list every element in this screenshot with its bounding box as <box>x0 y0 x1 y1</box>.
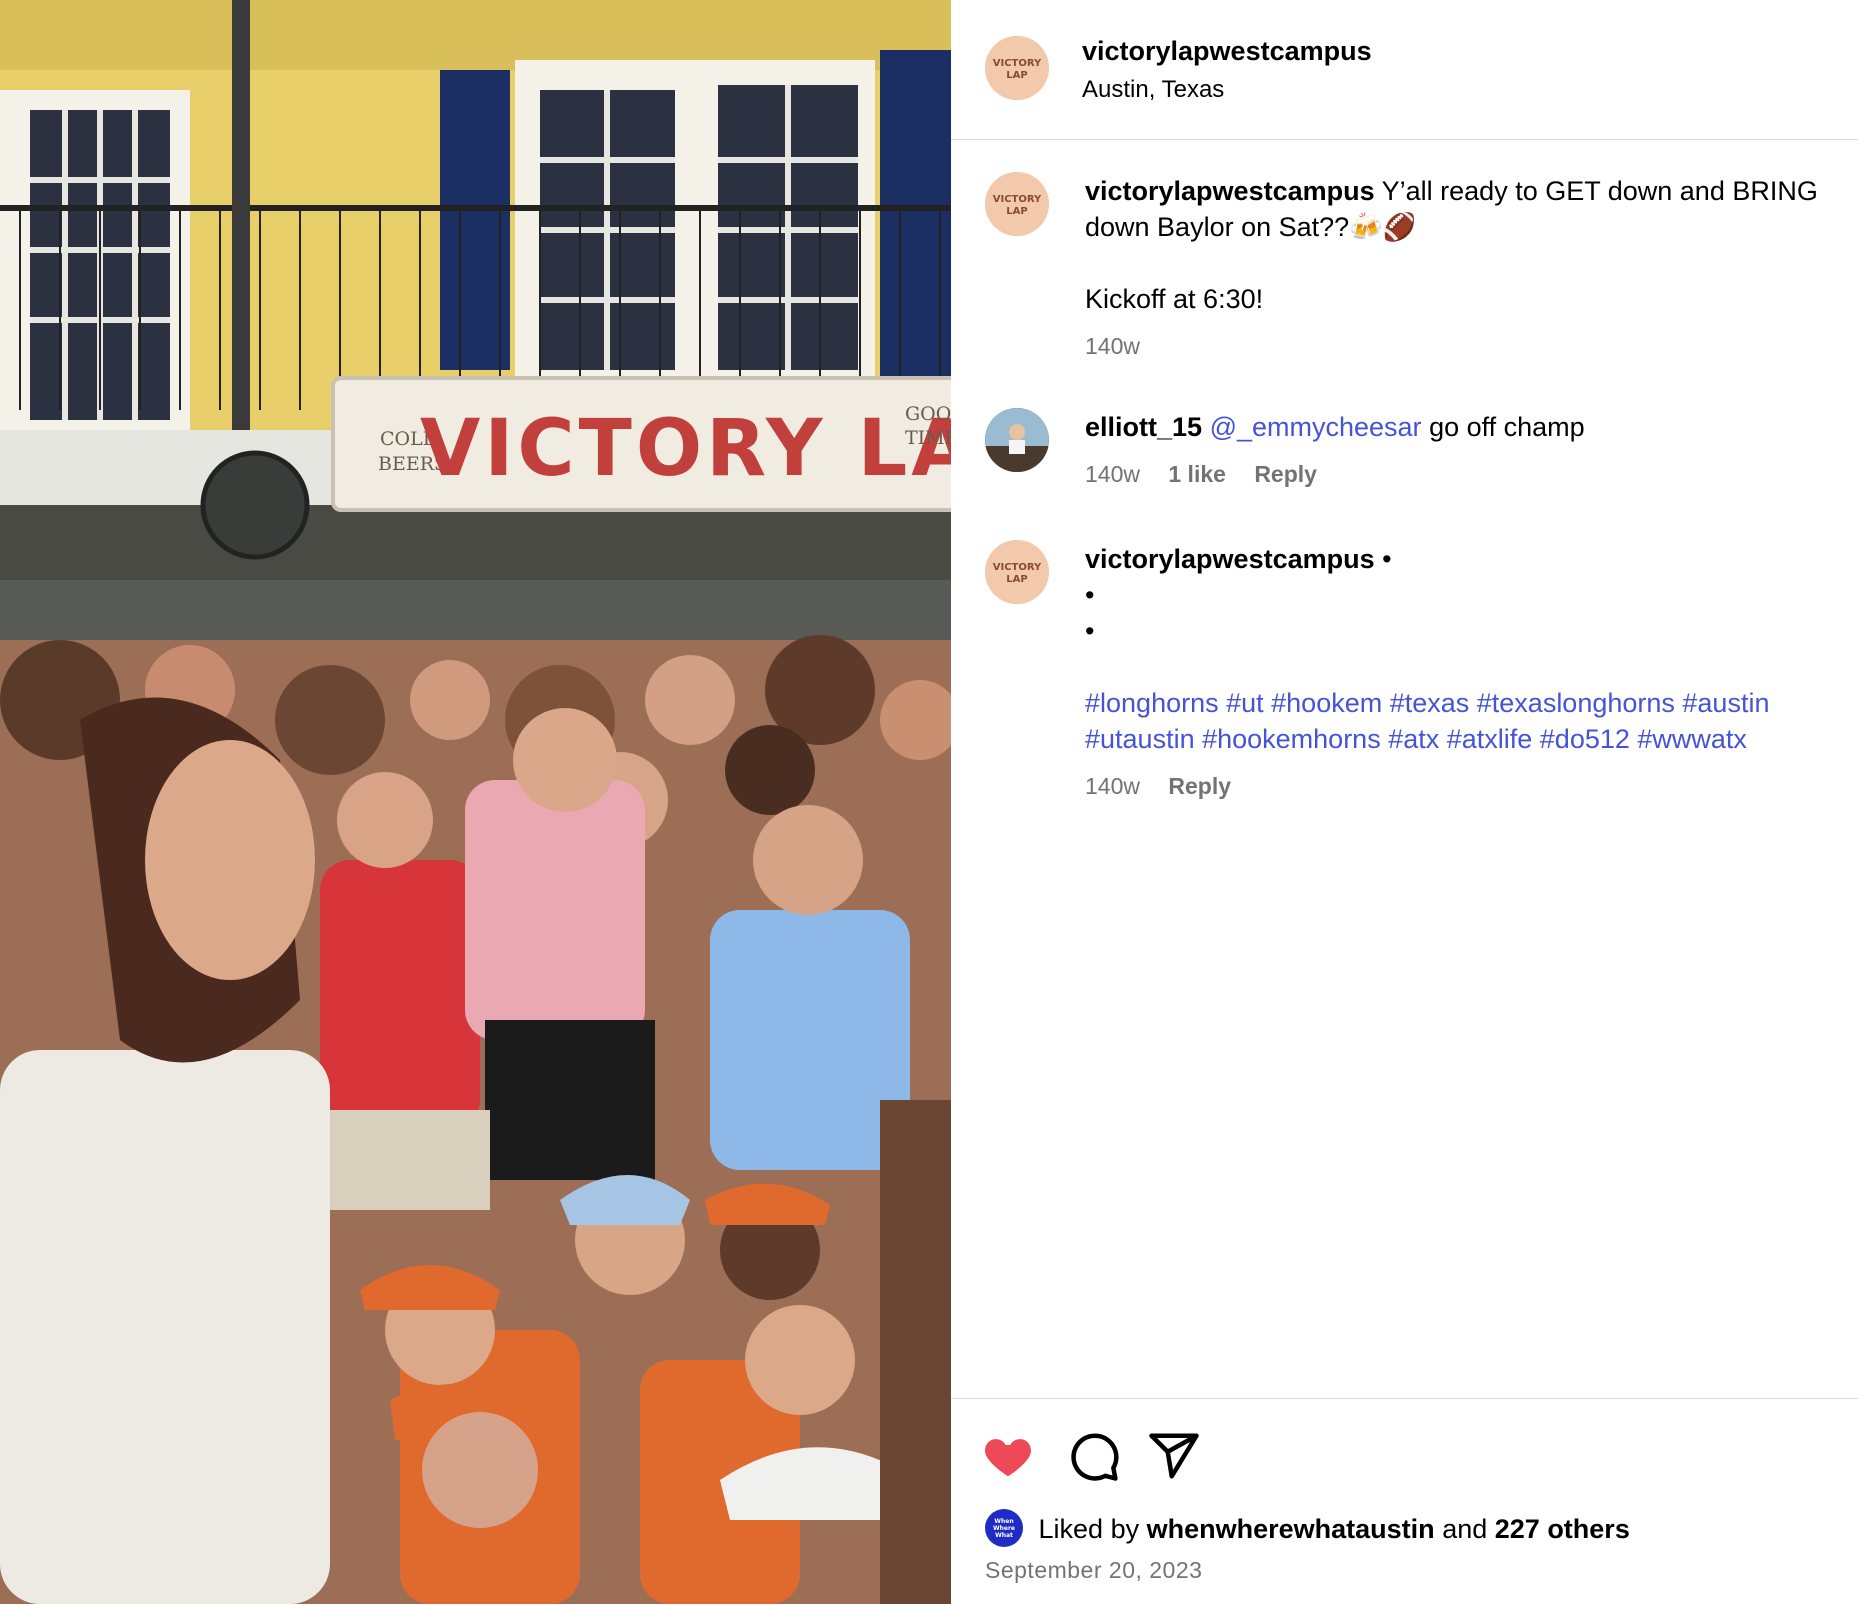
avatar-logo-top: VICTORY <box>993 58 1042 69</box>
caption-meta: 140w <box>1085 331 1825 361</box>
comment-text: go off champ <box>1429 412 1585 442</box>
commenter-avatar[interactable]: VICTORY LAP <box>985 540 1049 604</box>
sign-right-top: GOO <box>905 403 951 425</box>
reply-button[interactable]: Reply <box>1168 773 1231 799</box>
liked-and: and <box>1442 1514 1488 1544</box>
post-location[interactable]: Austin, Texas <box>1082 76 1224 104</box>
avatar-logo-top: VICTORY <box>993 194 1042 205</box>
comment-likes[interactable]: 1 like <box>1168 461 1226 487</box>
hashtags-line-1[interactable]: #longhorns #ut #hookem #texas #texaslong… <box>1085 685 1825 721</box>
svg-text:Where: Where <box>993 1525 1015 1532</box>
comment-dot: • <box>1382 544 1392 574</box>
caption-avatar[interactable]: VICTORY LAP <box>985 172 1049 236</box>
svg-text:What: What <box>995 1532 1013 1539</box>
likes-summary: When Where What Liked by whenwherewhatau… <box>985 1508 1630 1550</box>
svg-text:When: When <box>994 1518 1013 1525</box>
author-avatar[interactable]: VICTORY LAP <box>985 36 1049 100</box>
caption-line2: Kickoff at 6:30! <box>1085 284 1264 314</box>
comment-time[interactable]: 140w <box>1085 773 1140 799</box>
caption-author[interactable]: victorylapwestcampus <box>1085 176 1375 206</box>
avatar-logo-bottom: LAP <box>1006 206 1027 217</box>
post-actions: When Where What Liked by whenwherewhatau… <box>951 1398 1858 1605</box>
comment-bullet: • <box>1085 616 1095 646</box>
comment-mention[interactable]: @_emmycheesar <box>1210 412 1422 442</box>
avatar-logo-bottom: LAP <box>1006 70 1027 81</box>
hashtags-line-2[interactable]: #utaustin #hookemhorns #atx #atxlife #do… <box>1085 721 1825 757</box>
comment-meta: 140w Reply <box>1085 771 1825 801</box>
send-icon[interactable] <box>1147 1429 1201 1483</box>
avatar-logo-bottom: LAP <box>1006 574 1027 585</box>
post-details-panel: VICTORY LAP victorylapwestcampus Austin,… <box>951 0 1858 1604</box>
caption-time[interactable]: 140w <box>1085 333 1140 359</box>
commenter-avatar[interactable] <box>985 408 1049 472</box>
avatar-logo-top: VICTORY <box>993 562 1042 573</box>
post-header: VICTORY LAP victorylapwestcampus Austin,… <box>951 0 1858 140</box>
sign-right-bottom: TIME <box>905 427 951 449</box>
reply-button[interactable]: Reply <box>1254 461 1317 487</box>
liker-avatar[interactable]: When Where What <box>985 1508 1023 1547</box>
post-photo[interactable]: COLD BEERS VICTORY LAP GOO TIME <box>0 0 951 1604</box>
liker-username[interactable]: whenwherewhataustin <box>1147 1514 1435 1544</box>
comment-author[interactable]: victorylapwestcampus <box>1085 544 1375 574</box>
comment-meta: 140w 1 like Reply <box>1085 459 1825 489</box>
comment-author[interactable]: elliott_15 <box>1085 412 1202 442</box>
comment-bullet: • <box>1085 580 1095 610</box>
likes-count[interactable]: 227 others <box>1495 1514 1630 1544</box>
comment-icon[interactable] <box>1067 1429 1121 1483</box>
heart-icon[interactable] <box>981 1429 1035 1483</box>
sign-main: VICTORY LAP <box>420 404 951 494</box>
comment-time[interactable]: 140w <box>1085 461 1140 487</box>
crowd-photo: COLD BEERS VICTORY LAP GOO TIME <box>0 0 951 1604</box>
post-date[interactable]: September 20, 2023 <box>985 1557 1202 1584</box>
liked-by-label: Liked by <box>1038 1514 1140 1544</box>
author-username[interactable]: victorylapwestcampus <box>1082 36 1372 67</box>
